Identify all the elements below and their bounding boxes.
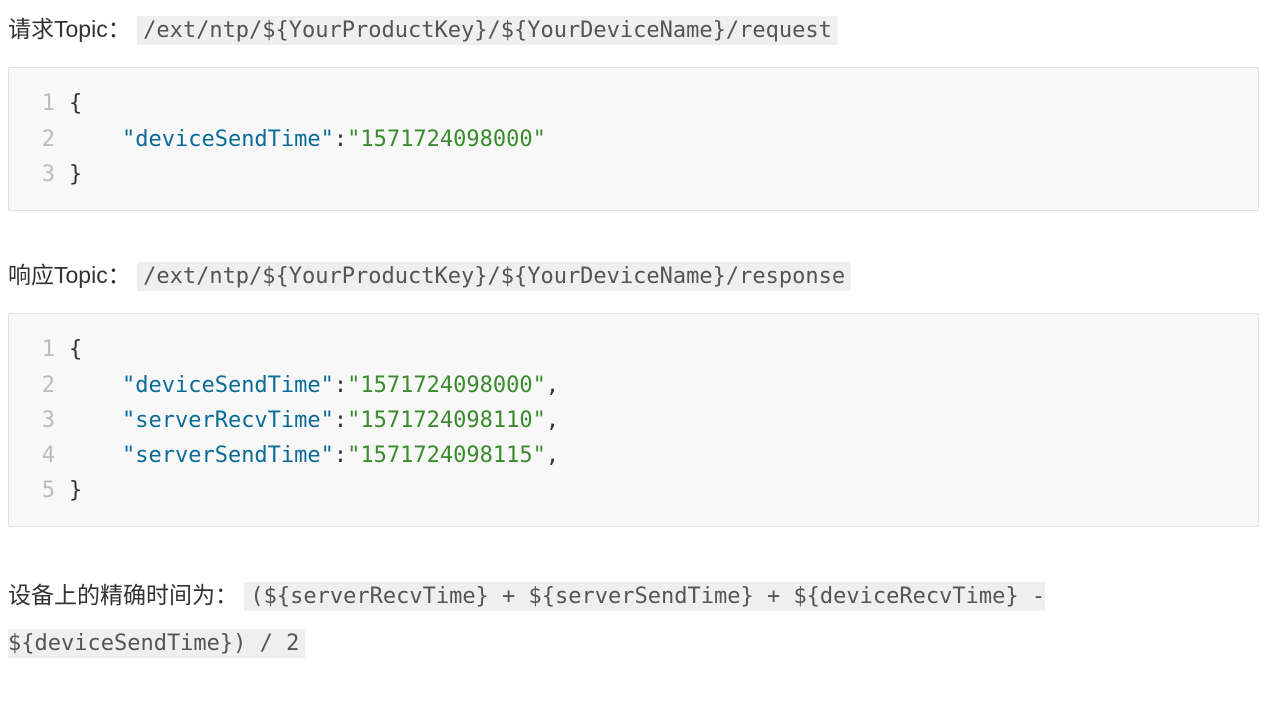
- code-content: {: [69, 332, 82, 367]
- token-strval: "1571724098110": [347, 408, 546, 433]
- code-line: 5}: [23, 473, 1244, 508]
- request-section: 请求Topic： /ext/ntp/${YourProductKey}/${Yo…: [8, 10, 1259, 211]
- token-strkey: "serverSendTime": [122, 443, 334, 468]
- response-code-block: 1{2 "deviceSendTime":"1571724098000",3 "…: [8, 313, 1259, 527]
- token-punc: {: [69, 91, 82, 116]
- code-line: 3 "serverRecvTime":"1571724098110",: [23, 403, 1244, 438]
- code-content: "serverRecvTime":"1571724098110",: [69, 403, 559, 438]
- token-strkey: "deviceSendTime": [122, 373, 334, 398]
- line-number: 5: [23, 473, 55, 508]
- code-line: 2 "deviceSendTime":"1571724098000",: [23, 368, 1244, 403]
- code-content: }: [69, 473, 82, 508]
- code-line: 1{: [23, 86, 1244, 121]
- request-topic-label: 请求Topic：: [8, 16, 131, 42]
- code-content: {: [69, 86, 82, 121]
- token-strkey: "serverRecvTime": [122, 408, 334, 433]
- response-topic-code: /ext/ntp/${YourProductKey}/${YourDeviceN…: [137, 262, 851, 291]
- token-strval: "1571724098000": [347, 373, 546, 398]
- response-topic-label: 响应Topic：: [8, 262, 131, 288]
- token-punc: :: [334, 127, 347, 152]
- token-punc: }: [69, 162, 82, 187]
- token-punc: ,: [546, 373, 559, 398]
- token-punc: {: [69, 337, 82, 362]
- code-content: "deviceSendTime":"1571724098000": [69, 122, 546, 157]
- token-punc: ,: [546, 443, 559, 468]
- code-line: 4 "serverSendTime":"1571724098115",: [23, 438, 1244, 473]
- formula-section: 设备上的精确时间为： (${serverRecvTime} + ${server…: [8, 572, 1259, 666]
- line-number: 2: [23, 122, 55, 157]
- token-punc: :: [334, 443, 347, 468]
- response-topic-line: 响应Topic： /ext/ntp/${YourProductKey}/${Yo…: [8, 256, 1259, 295]
- token-strval: "1571724098000": [347, 127, 546, 152]
- code-line: 3}: [23, 157, 1244, 192]
- request-topic-code: /ext/ntp/${YourProductKey}/${YourDeviceN…: [137, 16, 838, 45]
- line-number: 1: [23, 86, 55, 121]
- token-punc: ,: [546, 408, 559, 433]
- code-content: }: [69, 157, 82, 192]
- token-punc: :: [334, 373, 347, 398]
- token-punc: :: [334, 408, 347, 433]
- token-strval: "1571724098115": [347, 443, 546, 468]
- code-content: "serverSendTime":"1571724098115",: [69, 438, 559, 473]
- request-topic-line: 请求Topic： /ext/ntp/${YourProductKey}/${Yo…: [8, 10, 1259, 49]
- formula-label: 设备上的精确时间为：: [8, 582, 238, 608]
- line-number: 3: [23, 403, 55, 438]
- line-number: 2: [23, 368, 55, 403]
- line-number: 1: [23, 332, 55, 367]
- code-line: 1{: [23, 332, 1244, 367]
- request-code-block: 1{2 "deviceSendTime":"1571724098000"3}: [8, 67, 1259, 211]
- code-content: "deviceSendTime":"1571724098000",: [69, 368, 559, 403]
- line-number: 4: [23, 438, 55, 473]
- token-punc: }: [69, 478, 82, 503]
- response-section: 响应Topic： /ext/ntp/${YourProductKey}/${Yo…: [8, 256, 1259, 527]
- line-number: 3: [23, 157, 55, 192]
- token-strkey: "deviceSendTime": [122, 127, 334, 152]
- code-line: 2 "deviceSendTime":"1571724098000": [23, 122, 1244, 157]
